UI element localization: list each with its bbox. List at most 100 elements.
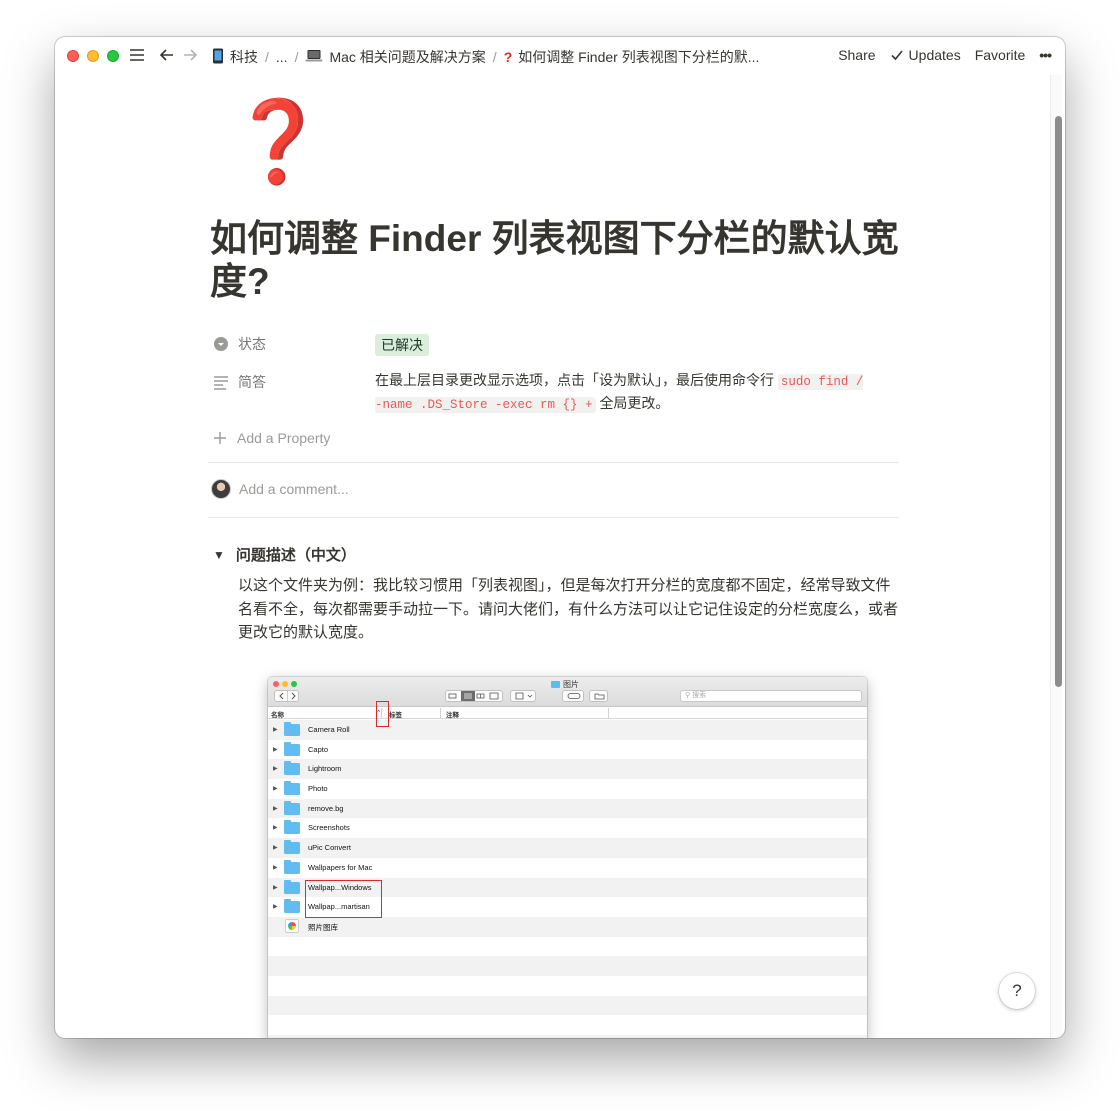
- add-property-label: Add a Property: [237, 430, 331, 446]
- finder-search-placeholder: 搜索: [692, 692, 707, 699]
- finder-screenshot-image: 图片 ⚲ 搜索 名称 ⌃ 标签 注释 ▶ Camera Roll ▶ Capto…: [268, 677, 867, 1038]
- finder-group-icon: [510, 690, 536, 702]
- finder-empty-row: [268, 936, 867, 957]
- disclosure-triangle-icon: ▶: [273, 786, 278, 793]
- file-name: uPic Convert: [308, 843, 351, 853]
- finder-row: ▶ remove.bg: [268, 798, 867, 819]
- finder-zoom-dot: [291, 681, 297, 687]
- comment-input[interactable]: Add a comment...: [211, 479, 349, 499]
- minimize-window-button[interactable]: [87, 50, 99, 62]
- finder-file-list: ▶ Camera Roll ▶ Capto ▶ Lightroom ▶ Photo ▶ r…: [268, 720, 867, 1038]
- finder-row: ▶ Lightroom: [268, 759, 867, 780]
- finder-row: ▶ Screenshots: [268, 818, 867, 839]
- comment-placeholder: Add a comment...: [239, 481, 349, 497]
- help-button[interactable]: ?: [999, 973, 1035, 1009]
- finder-close-dot: [273, 681, 279, 687]
- divider: [208, 462, 899, 463]
- property-status-value[interactable]: 已解决: [375, 334, 429, 356]
- share-button[interactable]: Share: [838, 47, 875, 63]
- title-bar: 科技 / ... / Mac 相关问题及解决方案 / ? 如何调整 Finder…: [55, 37, 1065, 75]
- disclosure-triangle-icon: ▶: [273, 884, 278, 891]
- more-options-icon[interactable]: •••: [1039, 47, 1052, 63]
- divider: [208, 517, 899, 518]
- file-name: Lightroom: [308, 764, 342, 774]
- file-name: Photo: [308, 784, 328, 794]
- finder-row: ▶ Photo: [268, 779, 867, 799]
- column-divider: [440, 708, 441, 719]
- finder-minimize-dot: [282, 681, 288, 687]
- text-lines-icon: [213, 374, 229, 390]
- property-label: 状态: [238, 336, 266, 352]
- answer-text: 在最上层目录更改显示选项，点击「设为默认」，最后使用命令行: [375, 372, 774, 388]
- finder-column-header: 名称 ⌃ 标签 注释: [268, 708, 867, 719]
- finder-empty-row: [268, 995, 867, 1016]
- file-name: Camera Roll: [308, 725, 350, 734]
- favorite-button[interactable]: Favorite: [975, 47, 1026, 63]
- breadcrumb-item-mac[interactable]: Mac 相关问题及解决方案: [305, 47, 486, 67]
- page-title[interactable]: 如何调整 Finder 列表视图下分栏的默认宽度?: [210, 217, 910, 303]
- breadcrumb-separator: /: [492, 49, 497, 65]
- property-answer-value[interactable]: 在最上层目录更改显示选项，点击「设为默认」，最后使用命令行 sudo find …: [375, 370, 875, 416]
- page-icon[interactable]: ❓: [228, 101, 328, 181]
- breadcrumb-label: 如何调整 Finder 列表视图下分栏的默...: [518, 49, 760, 65]
- file-name: Wallpapers for Mac: [308, 862, 373, 872]
- photos-library-icon: [285, 918, 299, 933]
- description-paragraph[interactable]: 以这个文件夹为例：我比较习惯用「列表视图」，但是每次打开分栏的宽度都不固定，经常…: [238, 574, 903, 645]
- updates-label: Updates: [908, 47, 961, 63]
- add-property-button[interactable]: Add a Property: [213, 430, 330, 446]
- folder-icon: [284, 761, 300, 776]
- folder-icon: [284, 741, 300, 756]
- finder-tag-icon: [562, 690, 584, 702]
- breadcrumb-item-ellipsis[interactable]: ...: [276, 49, 288, 65]
- file-name: remove.bg: [308, 803, 344, 813]
- finder-empty-row: [268, 956, 867, 976]
- folder-icon: [284, 722, 300, 736]
- forward-arrow-icon[interactable]: [181, 46, 199, 68]
- disclosure-triangle-icon: ▶: [273, 825, 278, 832]
- breadcrumb-item-tech[interactable]: 科技: [212, 47, 258, 67]
- folder-icon: [284, 840, 300, 855]
- finder-row: 照片图库: [268, 916, 867, 937]
- scrollbar-thumb[interactable]: [1055, 116, 1062, 687]
- highlight-column-divider-box: [376, 701, 389, 727]
- finder-row: ▶ Capto: [268, 739, 867, 760]
- property-status[interactable]: 状态: [213, 334, 266, 354]
- file-name: 照片图库: [308, 922, 338, 932]
- folder-icon: [284, 800, 300, 815]
- breadcrumb-label: 科技: [230, 49, 258, 65]
- finder-empty-row: [268, 975, 867, 996]
- folder-icon: [551, 681, 560, 688]
- zoom-window-button[interactable]: [107, 50, 119, 62]
- status-select-icon: [213, 336, 229, 352]
- finder-row: ▶ uPic Convert: [268, 838, 867, 858]
- property-answer[interactable]: 简答: [213, 372, 266, 392]
- laptop-icon: [305, 49, 323, 66]
- close-window-button[interactable]: [67, 50, 79, 62]
- finder-row: ▶ Camera Roll: [268, 720, 867, 740]
- folder-icon: [284, 879, 300, 894]
- breadcrumb-label: Mac 相关问题及解决方案: [329, 49, 486, 65]
- disclosure-triangle-icon: ▶: [273, 727, 278, 733]
- disclosure-triangle-icon: ▶: [273, 845, 278, 852]
- folder-icon: [284, 820, 300, 835]
- folder-icon: [284, 899, 300, 914]
- question-mark-icon: ?: [503, 49, 513, 65]
- toggle-heading[interactable]: ▼ 问题描述（中文）: [213, 544, 356, 565]
- back-arrow-icon[interactable]: [158, 46, 176, 68]
- toggle-triangle-icon[interactable]: ▼: [213, 548, 225, 562]
- breadcrumb-item-current-page[interactable]: ? 如何调整 Finder 列表视图下分栏的默...: [504, 47, 760, 67]
- breadcrumb: 科技 / ... / Mac 相关问题及解决方案 / ? 如何调整 Finder…: [212, 47, 759, 67]
- sidebar-menu-icon[interactable]: [128, 46, 146, 68]
- disclosure-triangle-icon: ▶: [273, 766, 278, 773]
- finder-search-field: ⚲ 搜索: [680, 690, 862, 702]
- search-icon: ⚲: [685, 692, 691, 699]
- disclosure-triangle-icon: ▶: [273, 904, 278, 911]
- answer-text-end: 全局更改。: [599, 395, 670, 411]
- status-tag: 已解决: [375, 334, 429, 356]
- avatar: [211, 479, 231, 499]
- finder-toolbar: 图片 ⚲ 搜索: [268, 677, 867, 707]
- disclosure-triangle-icon: ▶: [273, 805, 278, 812]
- breadcrumb-separator: /: [265, 49, 269, 65]
- plus-icon: [214, 432, 226, 444]
- updates-button[interactable]: Updates: [890, 47, 961, 63]
